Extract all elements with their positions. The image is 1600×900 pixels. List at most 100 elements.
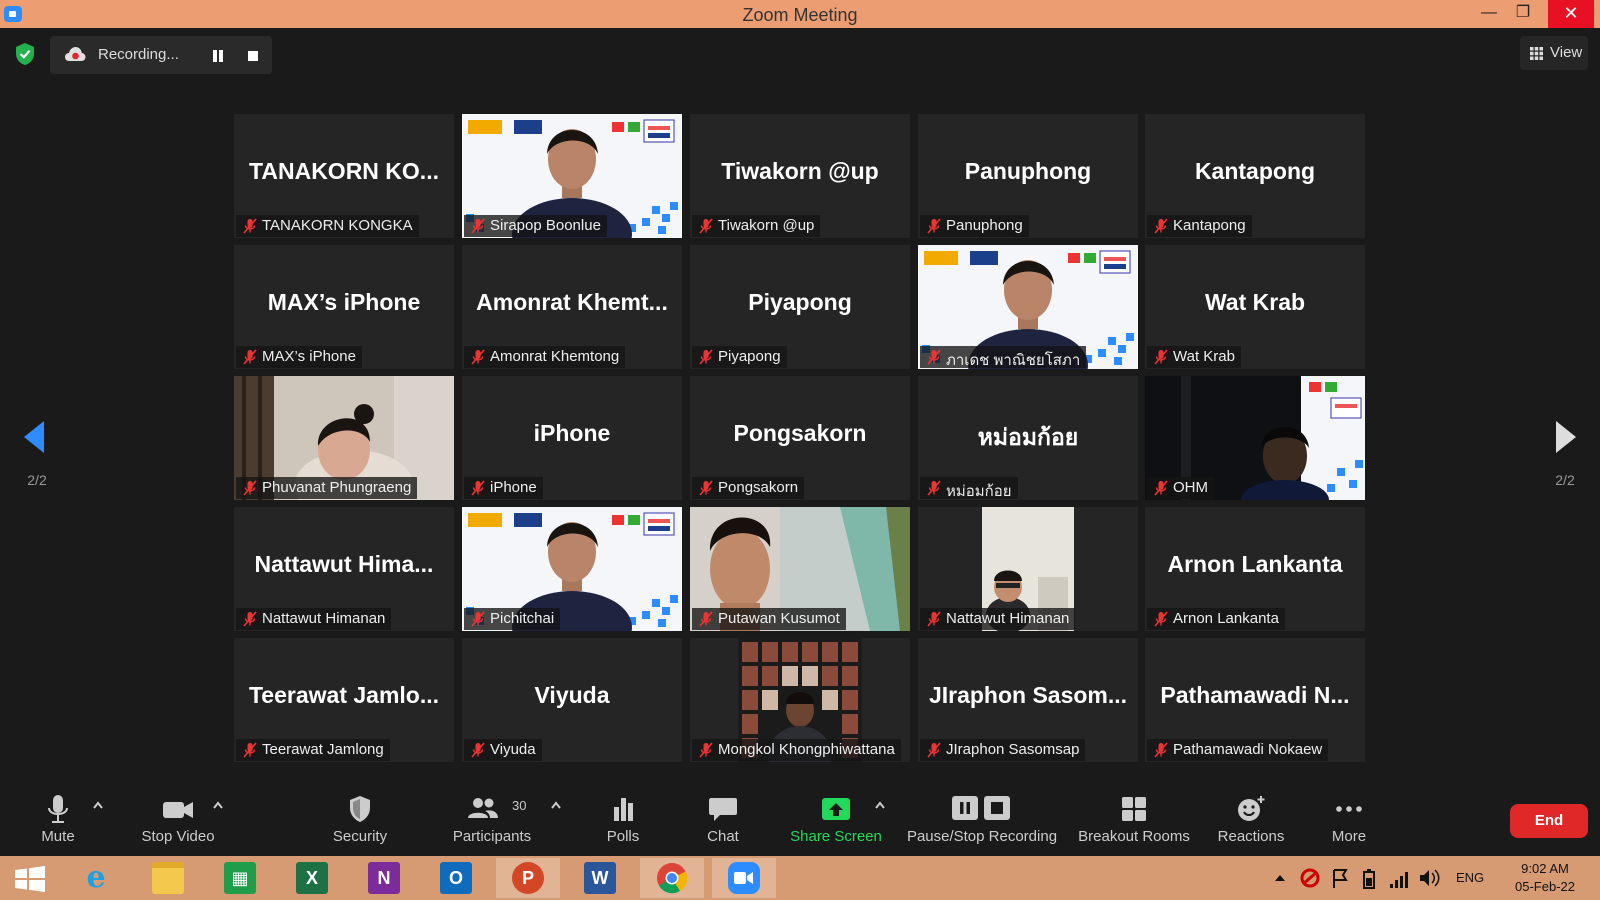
chrome-icon — [657, 863, 688, 894]
mute-label: Mute — [41, 828, 75, 845]
breakout-rooms-button[interactable]: Breakout Rooms — [1076, 786, 1192, 856]
taskbar-clock[interactable]: 9:02 AM 05-Feb-22 — [1500, 860, 1590, 896]
page-indicator-left: 2/2 — [27, 472, 47, 488]
taskbar-powerpoint[interactable]: P — [496, 858, 560, 898]
participant-name: หม่อมก้อย — [946, 483, 1012, 500]
taskbar-chrome[interactable] — [640, 858, 704, 898]
participant-tile[interactable]: Sirapop Boonlue — [462, 114, 682, 238]
participant-name: Pathamawadi Nokaew — [1173, 741, 1323, 758]
participant-display-name: Teerawat Jamlo... — [248, 682, 440, 708]
windows-taskbar: e ▦ X N O P W ENG 9:02 AM 05-Feb-22 — [0, 856, 1600, 900]
participant-tile[interactable]: Mongkol Khongphiwattana — [690, 638, 910, 762]
participant-tile[interactable]: Pongsakorn Pongsakorn — [690, 376, 910, 500]
participant-tile[interactable]: Tiwakorn @up Tiwakorn @up — [690, 114, 910, 238]
participants-options-caret-icon[interactable] — [550, 800, 562, 810]
participant-tile[interactable]: Pichitchai — [462, 507, 682, 631]
taskbar-word[interactable]: W — [568, 858, 632, 898]
participant-name-tag: TANAKORN KONGKA — [236, 215, 419, 237]
participant-name-tag: Phuvanat Phungraeng — [236, 477, 418, 499]
taskbar-outlook[interactable]: O — [424, 858, 488, 898]
participant-tile[interactable]: Piyapong Piyapong — [690, 245, 910, 369]
participant-name-tag: Wat Krab — [1147, 346, 1241, 368]
taskbar-onenote[interactable]: N — [352, 858, 416, 898]
share-options-caret-icon[interactable] — [874, 800, 886, 810]
participant-name: Tiwakorn @up — [718, 217, 815, 234]
minimize-button[interactable]: — — [1472, 0, 1506, 28]
taskbar-file-explorer[interactable] — [136, 858, 200, 898]
participant-name: Mongkol Khongphiwattana — [718, 741, 895, 758]
participant-name-tag: Putawan Kusumot — [692, 608, 846, 630]
participant-tile[interactable]: TANAKORN KO... TANAKORN KONGKA — [234, 114, 454, 238]
participant-name-tag: Viyuda — [464, 739, 542, 761]
participant-tile[interactable]: MAX’s iPhone MAX’s iPhone — [234, 245, 454, 369]
meeting-controls: Mute Stop Video Security Participants 30 — [0, 786, 1600, 856]
view-button[interactable]: View — [1520, 36, 1588, 70]
close-button[interactable]: ✕ — [1548, 0, 1594, 28]
participant-display-name: Kantapong — [1194, 158, 1316, 184]
clock-time: 9:02 AM — [1521, 861, 1569, 876]
participant-display-name: iPhone — [533, 420, 611, 446]
more-button[interactable]: More — [1326, 786, 1372, 856]
stop-recording-button[interactable] — [248, 51, 258, 61]
participant-name: iPhone — [490, 479, 537, 496]
previous-page-arrow-icon[interactable] — [22, 420, 48, 454]
stop-video-button[interactable]: Stop Video — [134, 786, 222, 856]
polls-button[interactable]: Polls — [600, 786, 646, 856]
share-screen-label: Share Screen — [790, 828, 882, 845]
participant-tile[interactable]: Pathamawadi N... Pathamawadi Nokaew — [1145, 638, 1365, 762]
taskbar-internet-explorer[interactable]: e — [64, 858, 128, 898]
participant-tile[interactable]: Kantapong Kantapong — [1145, 114, 1365, 238]
video-options-caret-icon[interactable] — [212, 800, 224, 810]
chat-button[interactable]: Chat — [700, 786, 746, 856]
participant-tile[interactable]: Phuvanat Phungraeng — [234, 376, 454, 500]
muted-microphone-icon — [243, 349, 257, 365]
taskbar-sheets[interactable]: ▦ — [208, 858, 272, 898]
participant-tile[interactable]: Putawan Kusumot — [690, 507, 910, 631]
system-tray-icons[interactable] — [1268, 856, 1448, 900]
participant-tile[interactable]: ภาเดช พาณิชยโสภา — [918, 245, 1138, 369]
maximize-button[interactable]: ❐ — [1506, 0, 1540, 28]
participant-tile[interactable]: Arnon Lankanta Arnon Lankanta — [1145, 507, 1365, 631]
participant-tile[interactable]: Amonrat Khemt... Amonrat Khemtong — [462, 245, 682, 369]
input-language[interactable]: ENG — [1456, 870, 1484, 885]
muted-microphone-icon — [927, 611, 941, 627]
muted-microphone-icon — [699, 742, 713, 758]
participant-name-tag: Mongkol Khongphiwattana — [692, 739, 901, 761]
participant-name-tag: Tiwakorn @up — [692, 215, 821, 237]
participant-tile[interactable]: Wat Krab Wat Krab — [1145, 245, 1365, 369]
participant-name: Nattawut Himanan — [262, 610, 386, 627]
participant-name: ภาเดช พาณิชยโสภา — [946, 352, 1081, 369]
participants-button[interactable]: Participants — [448, 786, 536, 856]
taskbar-excel[interactable]: X — [280, 858, 344, 898]
participant-name-tag: ภาเดช พาณิชยโสภา — [920, 346, 1087, 369]
participant-tile[interactable]: Viyuda Viyuda — [462, 638, 682, 762]
next-page-arrow-icon[interactable] — [1552, 420, 1578, 454]
audio-options-caret-icon[interactable] — [92, 800, 104, 810]
taskbar-zoom[interactable] — [712, 858, 776, 898]
participant-tile[interactable]: หม่อมก้อย หม่อมก้อย — [918, 376, 1138, 500]
participant-name-tag: JIraphon Sasomsap — [920, 739, 1086, 761]
participant-name: JIraphon Sasomsap — [946, 741, 1080, 758]
recording-label: Recording... — [98, 46, 179, 63]
participant-tile[interactable]: Teerawat Jamlo... Teerawat Jamlong — [234, 638, 454, 762]
mute-button[interactable]: Mute — [36, 786, 80, 856]
encryption-shield-icon[interactable] — [14, 42, 36, 66]
muted-microphone-icon — [699, 218, 713, 234]
start-button[interactable] — [0, 858, 64, 898]
participant-display-name: Nattawut Hima... — [254, 551, 434, 577]
security-button[interactable]: Security — [324, 786, 396, 856]
end-meeting-button[interactable]: End — [1510, 804, 1588, 838]
pause-stop-recording-button[interactable]: Pause/Stop Recording — [904, 786, 1060, 856]
participant-tile[interactable]: Panuphong Panuphong — [918, 114, 1138, 238]
participant-tile[interactable]: iPhone iPhone — [462, 376, 682, 500]
reactions-button[interactable]: Reactions — [1216, 786, 1286, 856]
participant-tile[interactable]: Nattawut Hima... Nattawut Himanan — [234, 507, 454, 631]
participant-tile[interactable]: JIraphon Sasom... JIraphon Sasomsap — [918, 638, 1138, 762]
participant-name-tag: Arnon Lankanta — [1147, 608, 1285, 630]
participant-tile[interactable]: OHM — [1145, 376, 1365, 500]
muted-microphone-icon — [1154, 611, 1168, 627]
pause-recording-button[interactable] — [212, 50, 224, 62]
participants-label: Participants — [452, 828, 532, 845]
participant-tile[interactable]: Nattawut Himanan — [918, 507, 1138, 631]
share-screen-button[interactable]: Share Screen — [788, 786, 884, 856]
